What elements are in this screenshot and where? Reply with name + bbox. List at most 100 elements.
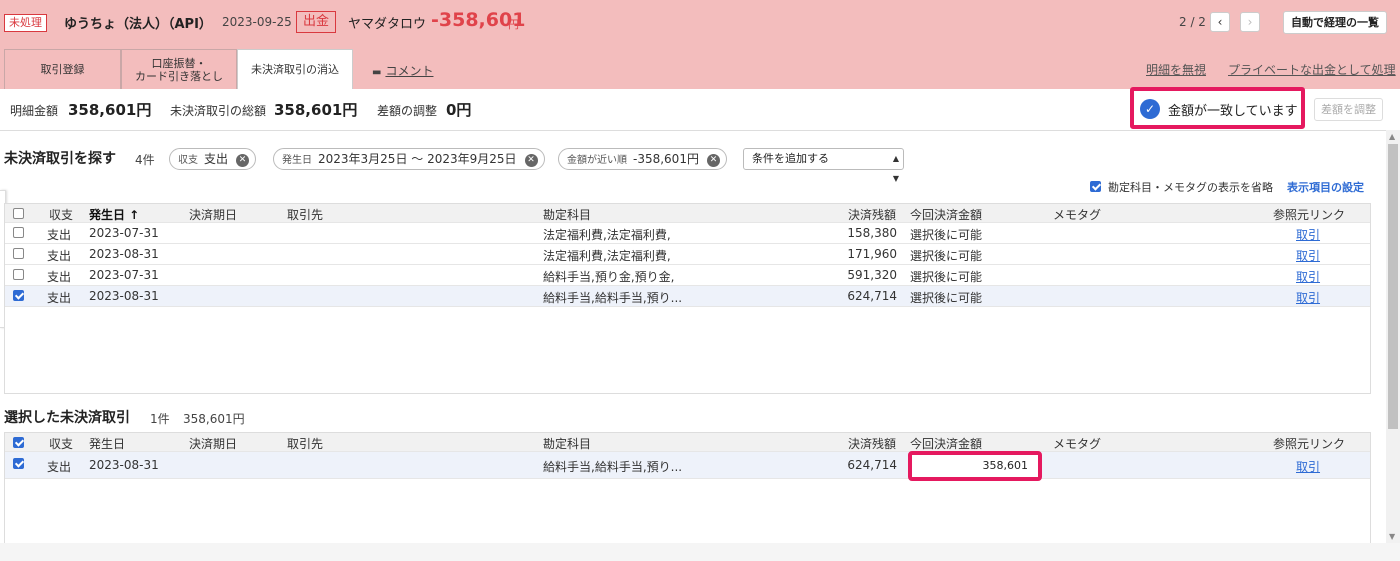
- chip-label: 収支: [178, 155, 198, 166]
- payee-name: ヤマダタロウ: [348, 17, 427, 32]
- chip-value: 支出: [204, 152, 229, 166]
- col-memo: メモタグ: [1053, 437, 1102, 451]
- table-row[interactable]: 支出 2023-08-31 給料手当,給料手当,預り... 624,714 選択…: [5, 286, 1370, 307]
- row-checkbox[interactable]: [13, 269, 24, 280]
- select-all-checkbox[interactable]: [13, 437, 24, 448]
- row-current: 選択後に可能: [910, 249, 983, 263]
- col-partner: 取引先: [287, 437, 324, 451]
- table-row[interactable]: 支出 2023-08-31 法定福利費,法定福利費, 171,960 選択後に可…: [5, 244, 1370, 265]
- filter-chip-date[interactable]: 発生日 2023年3月25日 〜 2023年9月25日 ✕: [273, 148, 545, 170]
- match-status: ✓ 金額が一致しています: [1130, 87, 1305, 129]
- checkbox[interactable]: [1090, 181, 1101, 192]
- row-current: 選択後に可能: [910, 291, 983, 305]
- col-ref[interactable]: 参照元リンク: [1273, 206, 1345, 223]
- display-settings-link[interactable]: 表示項目の設定: [1287, 179, 1364, 195]
- row-checkbox[interactable]: [13, 248, 24, 259]
- comment-icon: ▬: [372, 67, 382, 78]
- scroll-down-icon[interactable]: ▼: [1389, 532, 1395, 541]
- row-date: 2023-08-31: [89, 289, 159, 303]
- filter-chip-amount[interactable]: 金額が近い順 -358,601円 ✕: [558, 148, 727, 170]
- row-account: 給料手当,給料手当,預り...: [543, 291, 683, 305]
- prev-page-button[interactable]: ‹: [1210, 12, 1230, 32]
- next-page-button[interactable]: ›: [1240, 12, 1260, 32]
- selected-total: 358,601円: [183, 412, 245, 426]
- chip-label: 金額が近い順: [567, 155, 627, 166]
- select-all-checkbox[interactable]: [13, 208, 24, 219]
- search-section-title: 未決済取引を探す: [4, 151, 116, 167]
- transaction-header: 未処理 ゆうちょ（法人）（API） 2023-09-25 出金 ヤマダタロウ -…: [0, 0, 1400, 89]
- row-account: 法定福利費,法定福利費,: [543, 249, 671, 263]
- col-date: 発生日: [89, 437, 126, 451]
- row-account: 法定福利費,法定福利費,: [543, 228, 671, 242]
- chip-value: 2023年3月25日 〜 2023年9月25日: [318, 152, 517, 166]
- selected-table: 収支 発生日 決済期日 取引先 勘定科目 決済残額 今回決済金額 メモタグ 参照…: [4, 432, 1371, 543]
- add-condition-label: 条件を追加する: [752, 152, 829, 165]
- col-partner[interactable]: 取引先: [287, 206, 323, 223]
- vertical-scrollbar[interactable]: ▲ ▼: [1386, 130, 1400, 543]
- close-icon[interactable]: ✕: [706, 154, 720, 167]
- col-date-sorted[interactable]: 発生日 ↑: [89, 206, 139, 223]
- add-condition-select[interactable]: 条件を追加する ▲ ▼: [743, 148, 904, 183]
- table-row[interactable]: 支出 2023-07-31 給料手当,預り金,預り金, 591,320 選択後に…: [5, 265, 1370, 286]
- col-balance[interactable]: 決済残額: [848, 206, 896, 223]
- tab-reconcile[interactable]: 未決済取引の消込: [237, 49, 353, 89]
- row-date: 2023-08-31: [89, 458, 159, 472]
- status-tag: 未処理: [4, 14, 47, 32]
- row-current: 選択後に可能: [910, 228, 983, 242]
- col-due[interactable]: 決済期日: [189, 206, 237, 223]
- row-type: 支出: [47, 270, 72, 284]
- row-balance: 171,960: [847, 247, 897, 261]
- row-type: 支出: [47, 291, 72, 305]
- col-account: 勘定科目: [543, 437, 592, 451]
- comment-link[interactable]: ▬ コメント: [372, 62, 433, 79]
- private-expense-link[interactable]: プライベートな出金として処理: [1228, 61, 1396, 78]
- ignore-detail-link[interactable]: 明細を無視: [1146, 61, 1206, 78]
- selected-section-title: 選択した未決済取引: [4, 410, 130, 426]
- scroll-up-icon[interactable]: ▲: [1389, 132, 1395, 141]
- close-icon[interactable]: ✕: [236, 154, 250, 167]
- omit-label: 勘定科目・メモタグの表示を省略: [1108, 181, 1273, 194]
- filter-chip-type[interactable]: 収支 支出 ✕: [169, 148, 257, 170]
- divider: [0, 130, 1386, 131]
- direction-tag: 出金: [296, 11, 337, 33]
- tab-register[interactable]: 取引登録: [4, 49, 121, 89]
- row-ref-link[interactable]: 取引: [1296, 226, 1320, 243]
- chevron-left-icon: ‹: [1217, 15, 1223, 29]
- close-icon[interactable]: ✕: [524, 154, 538, 167]
- row-balance: 158,380: [847, 226, 897, 240]
- tab-label: 口座振替・ カード引き落とし: [135, 56, 223, 83]
- transaction-date: 2023-09-25: [222, 15, 292, 29]
- col-account[interactable]: 勘定科目: [543, 206, 591, 223]
- chip-value: -358,601円: [633, 152, 699, 166]
- row-balance: 624,714: [847, 458, 897, 472]
- adjust-difference-button[interactable]: 差額を調整: [1314, 98, 1383, 121]
- col-memo[interactable]: メモタグ: [1053, 206, 1101, 223]
- auto-list-button[interactable]: 自動で経理の一覧: [1283, 11, 1387, 34]
- current-settlement-amount-input[interactable]: 358,601: [908, 451, 1042, 481]
- row-checkbox[interactable]: [13, 227, 24, 238]
- amount-unit: 円: [508, 18, 519, 31]
- row-checkbox[interactable]: [13, 458, 24, 469]
- col-due: 決済期日: [189, 437, 238, 451]
- detail-amount-value: 358,601円: [68, 101, 152, 119]
- col-current[interactable]: 今回決済金額: [910, 206, 982, 223]
- account-name: ゆうちょ（法人）（API）: [64, 17, 212, 32]
- table-row[interactable]: 支出 2023-08-31 給料手当,給料手当,預り... 624,714 取引: [5, 452, 1370, 479]
- col-type[interactable]: 収支: [49, 206, 73, 223]
- row-ref-link[interactable]: 取引: [1296, 289, 1320, 306]
- detail-amount-label: 明細金額: [10, 104, 59, 118]
- scroll-thumb[interactable]: [1388, 144, 1398, 429]
- tab-transfer[interactable]: 口座振替・ カード引き落とし: [121, 49, 237, 89]
- row-ref-link[interactable]: 取引: [1296, 458, 1320, 475]
- horizontal-scrollbar[interactable]: [0, 543, 1400, 561]
- unsettled-total-label: 未決済取引の総額: [170, 104, 267, 118]
- omit-account-memo-toggle[interactable]: 勘定科目・メモタグの表示を省略: [1090, 179, 1273, 195]
- table-row[interactable]: 支出 2023-07-31 法定福利費,法定福利費, 158,380 選択後に可…: [5, 223, 1370, 244]
- row-type: 支出: [47, 228, 72, 242]
- select-arrows-icon: ▲ ▼: [892, 154, 899, 183]
- row-ref-link[interactable]: 取引: [1296, 247, 1320, 264]
- unsettled-total-value: 358,601円: [274, 101, 358, 119]
- search-result-count: 4件: [135, 153, 155, 167]
- row-checkbox[interactable]: [13, 290, 24, 301]
- row-ref-link[interactable]: 取引: [1296, 268, 1320, 285]
